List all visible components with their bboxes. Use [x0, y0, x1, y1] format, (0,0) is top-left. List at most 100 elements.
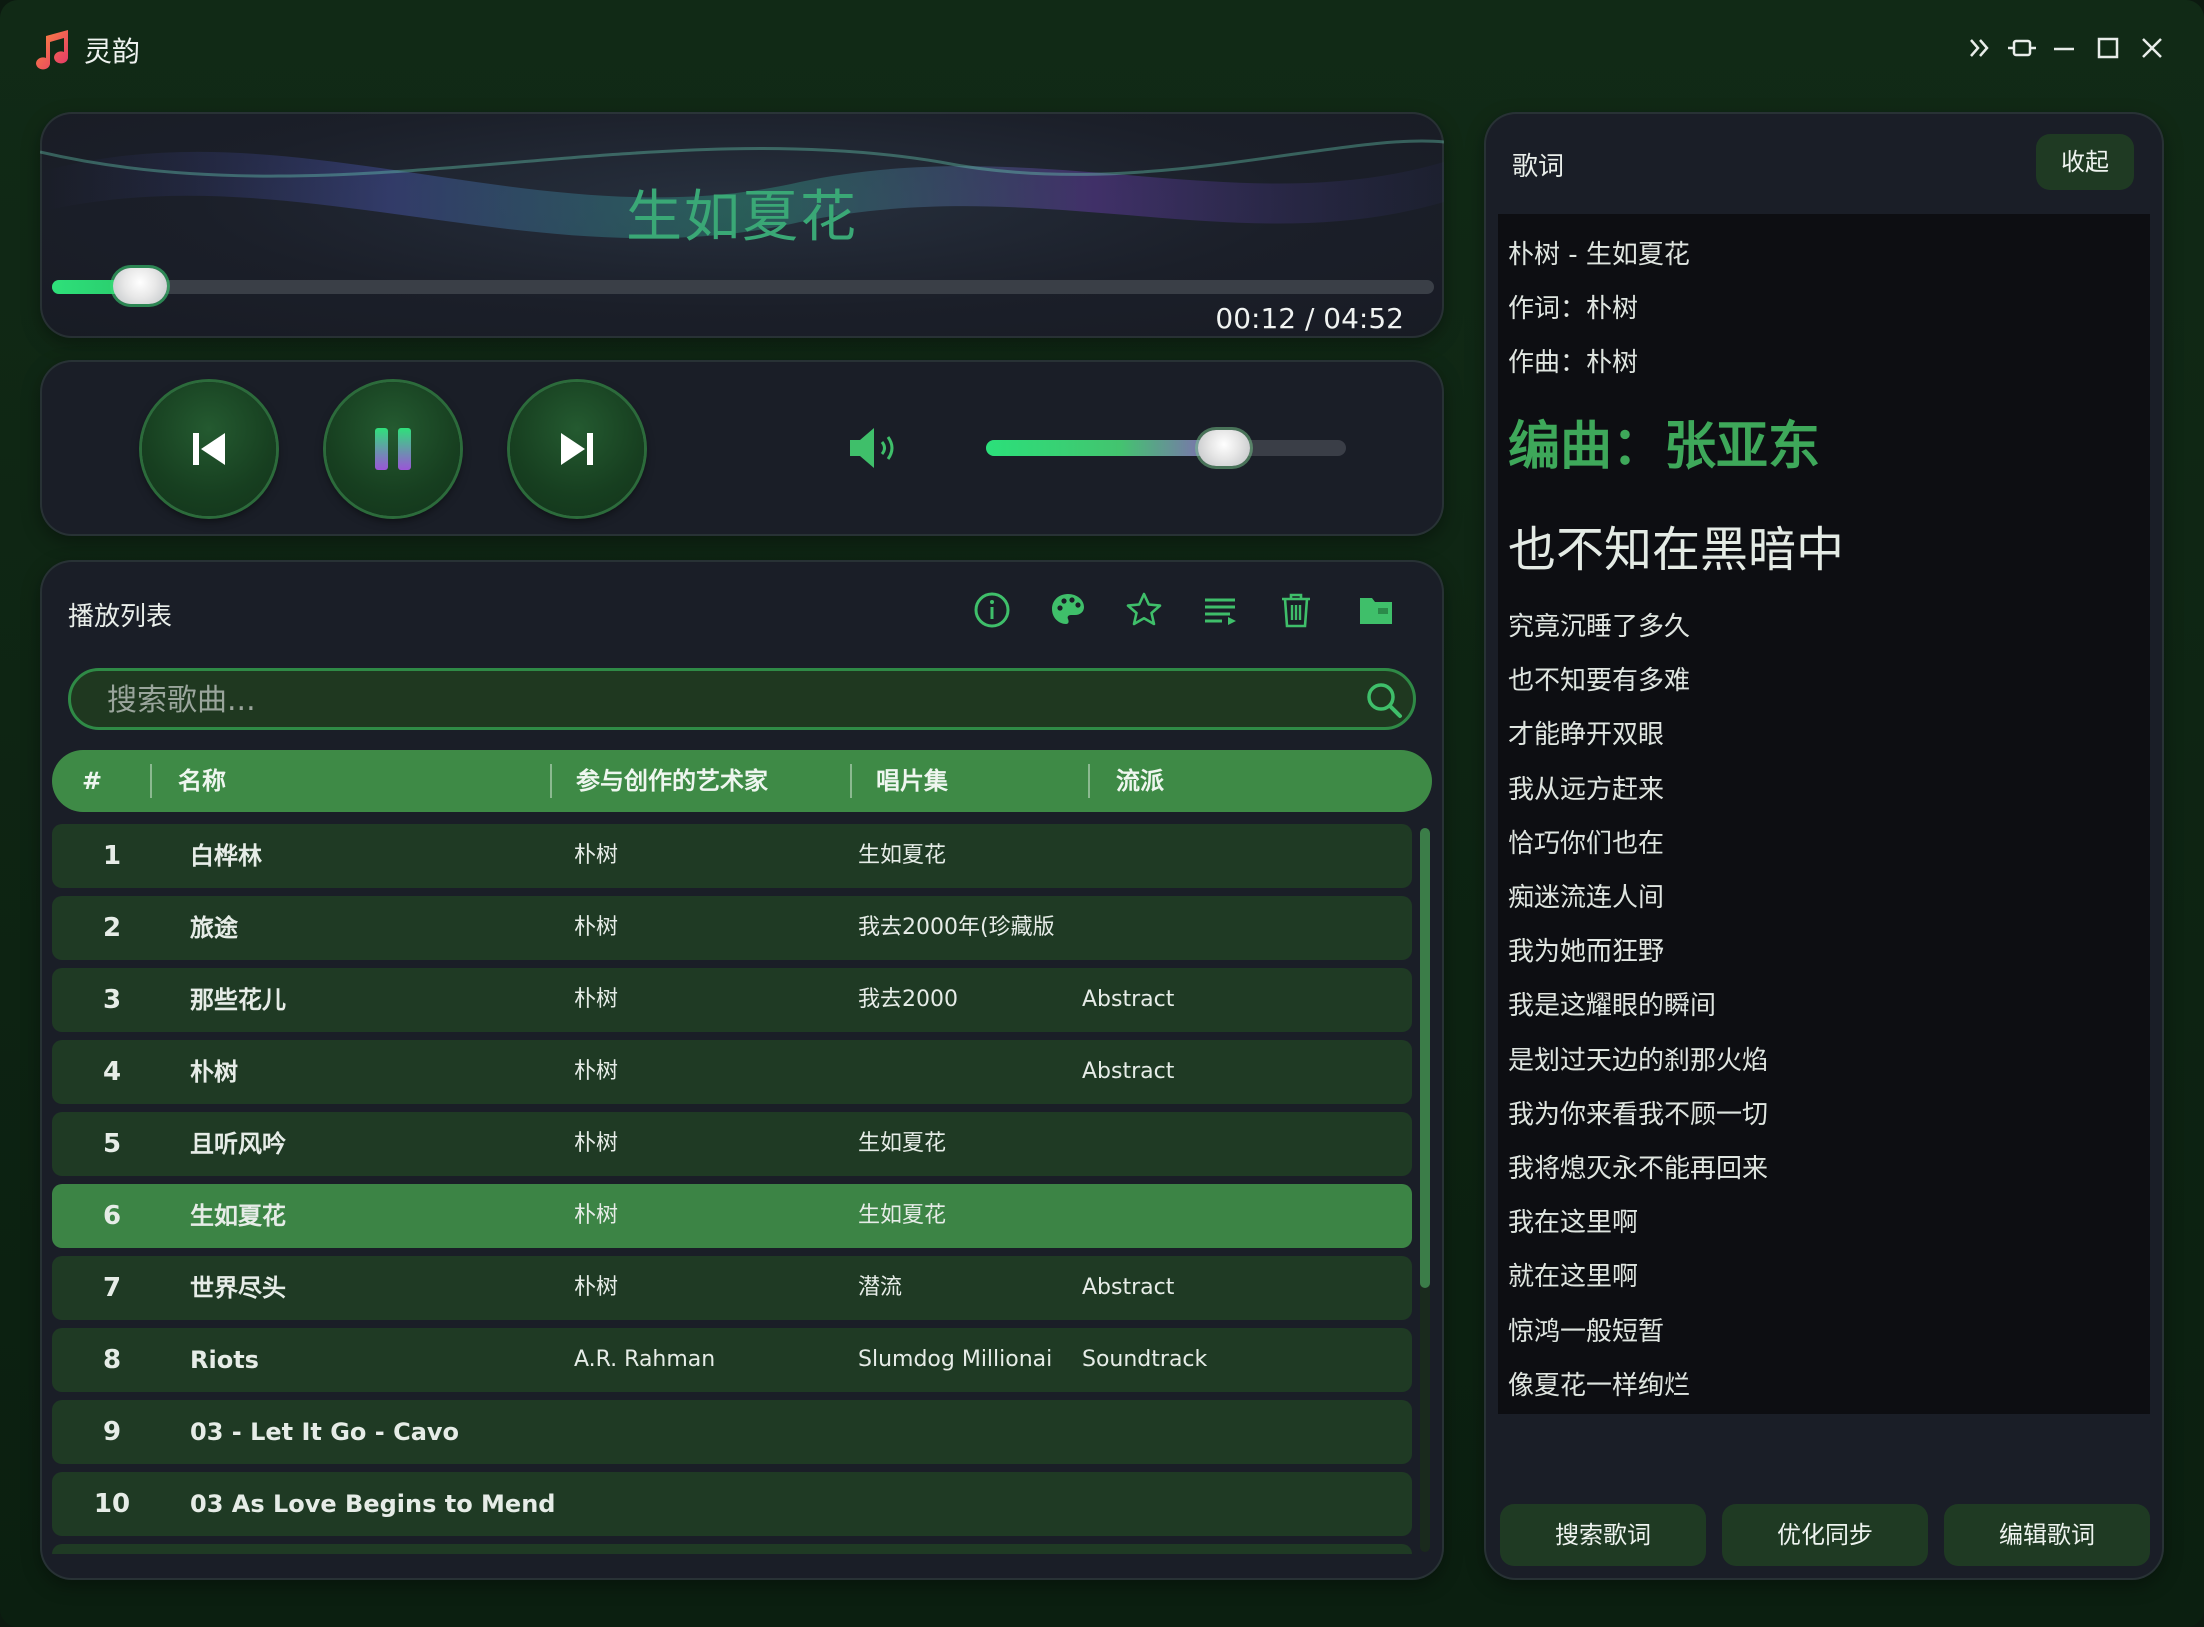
song-artist: 朴树 [574, 1131, 619, 1156]
collapse-button[interactable]: 收起 [2036, 134, 2134, 190]
table-row[interactable]: 7 世界尽头 朴树 潜流 Abstract [52, 1256, 1412, 1320]
edit-lyrics-button[interactable]: 编辑歌词 [1944, 1504, 2150, 1566]
row-number: 7 [102, 1273, 122, 1303]
song-artist: 朴树 [574, 1275, 619, 1300]
playlist-panel: 播放列表 # 名称 [40, 560, 1444, 1580]
search-input[interactable] [105, 671, 1329, 729]
column-header-artist[interactable]: 参与创作的艺术家 [576, 750, 768, 812]
song-genre: Soundtrack [1082, 1347, 1208, 1372]
column-divider [150, 764, 152, 798]
song-artist: 朴树 [574, 1059, 619, 1084]
title-bar: 灵韵 [0, 0, 2204, 100]
volume-icon[interactable] [846, 422, 902, 474]
table-row[interactable]: 10 03 As Love Begins to Mend [52, 1472, 1412, 1536]
search-lyrics-button[interactable]: 搜索歌词 [1500, 1504, 1706, 1566]
song-album: 生如夏花 [858, 1203, 947, 1228]
row-number: 8 [102, 1345, 122, 1375]
row-number: 6 [102, 1201, 122, 1231]
expand-icon[interactable] [1960, 28, 2000, 68]
song-name: 世界尽头 [190, 1274, 286, 1302]
lyrics-panel: 歌词 收起 朴树 - 生如夏花 作词：朴树 作曲：朴树 编曲：张亚东 也不知在黑… [1484, 112, 2164, 1580]
minimize-icon[interactable] [2044, 28, 2084, 68]
progress-bar[interactable] [52, 268, 1434, 304]
table-row[interactable]: 4 朴树 朴树 Abstract [52, 1040, 1412, 1104]
palette-icon[interactable] [1048, 590, 1088, 630]
lyric-line: 惊鸿一般短暂 [1508, 1316, 1665, 1347]
song-name: 且听风吟 [190, 1130, 286, 1158]
song-artist: 朴树 [574, 1203, 619, 1228]
close-icon[interactable] [2132, 28, 2172, 68]
pause-button[interactable] [326, 382, 460, 516]
song-album: 生如夏花 [858, 1131, 947, 1156]
column-header-genre[interactable]: 流派 [1116, 750, 1164, 812]
table-row[interactable]: 2 旅途 朴树 我去2000年(珍藏版 [52, 896, 1412, 960]
search-icon[interactable] [1365, 681, 1403, 719]
row-number: 11 [72, 1544, 152, 1554]
previous-button[interactable] [142, 382, 276, 516]
optimize-sync-button[interactable]: 优化同步 [1722, 1504, 1928, 1566]
playlist-scrollbar[interactable] [1420, 828, 1430, 1552]
row-number: 4 [102, 1057, 122, 1087]
volume-slider[interactable] [986, 430, 1346, 466]
lyric-line: 我从远方赶来 [1508, 774, 1665, 805]
lyric-line: 我是这耀眼的瞬间 [1508, 991, 1717, 1022]
lyric-line: 我为她而狂野 [1508, 937, 1665, 968]
song-artist: A.R. Rahman [574, 1347, 716, 1372]
progress-thumb[interactable] [113, 268, 167, 304]
list-icon[interactable] [1200, 590, 1240, 630]
song-name: 03 - Let It Go - Cavo [190, 1418, 460, 1446]
lyric-line: 像夏花一样绚烂 [1508, 1370, 1691, 1401]
lyrics-view[interactable]: 朴树 - 生如夏花 作词：朴树 作曲：朴树 编曲：张亚东 也不知在黑暗中 究竟沉… [1498, 214, 2150, 1414]
next-icon [561, 433, 593, 465]
pause-icon [375, 428, 411, 470]
table-row[interactable]: 11 Mausam And Escape A.R. Rahman Slumdog Mi… [52, 1544, 1412, 1554]
column-divider [850, 764, 852, 798]
current-lyric-line: 编曲：张亚东 [1508, 417, 1821, 477]
pin-icon[interactable] [2002, 28, 2042, 68]
song-album: 潜流 [858, 1275, 903, 1300]
table-row[interactable]: 1 白桦林 朴树 生如夏花 [52, 824, 1412, 888]
song-genre: Abstract [1082, 1059, 1175, 1084]
lyric-line: 究竟沉睡了多久 [1508, 612, 1691, 642]
song-name: 那些花儿 [190, 986, 286, 1014]
next-button[interactable] [510, 382, 644, 516]
table-row[interactable]: 5 且听风吟 朴树 生如夏花 [52, 1112, 1412, 1176]
volume-fill [986, 440, 1228, 456]
lyric-line: 我将熄灭永不能再回来 [1508, 1154, 1769, 1184]
table-row[interactable]: 9 03 - Let It Go - Cavo [52, 1400, 1412, 1464]
table-row[interactable]: 3 那些花儿 朴树 我去2000 Abstract [52, 968, 1412, 1032]
scrollbar-thumb[interactable] [1420, 828, 1430, 1288]
column-header-number[interactable]: # [82, 750, 102, 812]
star-icon[interactable] [1124, 590, 1164, 630]
column-header-name[interactable]: 名称 [178, 750, 226, 812]
lyrics-meta-line: 作曲：朴树 [1508, 348, 1639, 378]
info-icon[interactable] [972, 590, 1012, 630]
lyrics-title: 歌词 [1512, 152, 1565, 182]
column-divider [1088, 764, 1090, 798]
song-name: Mausam And Escape [190, 1544, 467, 1554]
song-title: 生如夏花 [626, 185, 858, 250]
lyric-line: 才能睁开双眼 [1508, 720, 1665, 751]
song-genre: Abstract [1082, 987, 1175, 1012]
lyrics-meta-line: 作词：朴树 [1508, 294, 1639, 324]
maximize-icon[interactable] [2088, 28, 2128, 68]
lyrics-meta-line: 朴树 - 生如夏花 [1508, 240, 1690, 270]
song-artist: 朴树 [574, 987, 619, 1012]
trash-icon[interactable] [1276, 590, 1316, 630]
time-readout: 00:12 / 04:52 [1215, 302, 1404, 335]
song-name: 生如夏花 [190, 1202, 286, 1230]
column-divider [550, 764, 552, 798]
folder-icon[interactable] [1356, 590, 1396, 630]
previous-icon [193, 433, 225, 465]
song-album: Slumdog Millionai [858, 1544, 1052, 1554]
table-row[interactable]: 8 Riots A.R. Rahman Slumdog Millionai Soundt… [52, 1328, 1412, 1392]
lyric-line: 痴迷流连人间 [1508, 883, 1665, 913]
row-number: 2 [102, 913, 122, 943]
column-header-album[interactable]: 唱片集 [876, 750, 948, 812]
lyric-line: 就在这里啊 [1508, 1262, 1639, 1293]
table-row[interactable]: 6 生如夏花 朴树 生如夏花 [52, 1184, 1412, 1248]
song-album: 我去2000 [858, 987, 958, 1012]
volume-thumb[interactable] [1198, 430, 1250, 466]
app-window: 灵韵 生如夏花 00:12 / 04:52 播放列表 搜索歌曲... # 名称 … [0, 0, 2204, 1627]
next-lyric-line: 也不知在黑暗中 [1508, 522, 1845, 578]
